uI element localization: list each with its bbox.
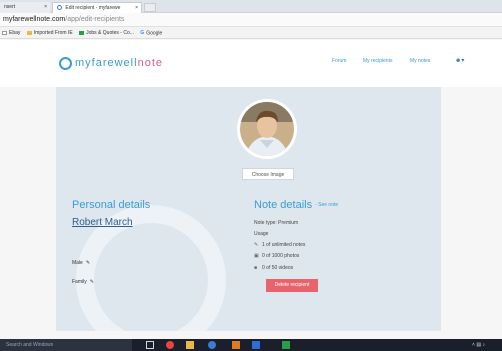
task-view-icon[interactable]	[146, 341, 154, 349]
site-logo[interactable]: myfarewellnote	[75, 57, 163, 69]
user-menu[interactable]: ☻▾	[455, 57, 464, 64]
logo-text: myfarewell	[75, 57, 138, 69]
usage-videos: ■ 0 of 50 videos	[254, 265, 293, 271]
personal-details-heading: Personal details	[72, 199, 151, 211]
note-details-heading: Note details - See note	[254, 199, 338, 211]
nav-forum[interactable]: Forum	[332, 58, 346, 64]
taskbar-search[interactable]: Search and Windows	[0, 339, 132, 351]
pencil-icon[interactable]: ✎	[90, 279, 94, 285]
bookmarks-bar: Ebay Imported From IE Jobs & Quotes - Co…	[0, 27, 502, 39]
bookmark-google[interactable]: G Google	[140, 27, 162, 39]
usage-label: Usage	[254, 231, 269, 237]
image-icon: ▣	[254, 253, 259, 259]
tab-label: Edit recipient - myfarewe	[65, 5, 121, 11]
mail-icon[interactable]	[232, 341, 240, 349]
logo-accent-text: note	[137, 57, 163, 69]
usage-photos-text: 0 of 1000 photos	[262, 253, 300, 259]
gender-field[interactable]: Male ✎	[72, 260, 90, 266]
note-type: Note type: Premium	[254, 220, 299, 226]
browser-tab-bar: nsert × Edit recipient - myfarewe ×	[0, 0, 502, 13]
outlook-icon[interactable]	[252, 341, 260, 349]
relationship-value: Family	[72, 279, 87, 285]
avatar-image	[240, 102, 294, 156]
bookmark-imported[interactable]: Imported From IE	[26, 27, 73, 39]
chevron-down-icon: ▾	[461, 58, 465, 64]
bookmark-ebay[interactable]: Ebay	[2, 27, 20, 39]
usage-videos-text: 0 of 50 videos	[262, 265, 294, 271]
browser-tab[interactable]: nsert ×	[0, 2, 50, 13]
url-path: /app/edit-recipients	[65, 16, 125, 23]
google-icon: G	[140, 30, 145, 36]
see-note-link[interactable]: - See note	[315, 202, 338, 208]
nav-my-recipients[interactable]: My recipients	[363, 58, 392, 64]
loading-icon	[57, 5, 62, 11]
page-icon	[2, 31, 7, 35]
delete-recipient-button[interactable]: Delete recipient	[266, 279, 318, 292]
excel-icon[interactable]	[282, 341, 290, 349]
edge-icon[interactable]	[208, 341, 216, 349]
pencil-icon[interactable]: ✎	[86, 260, 90, 266]
video-icon: ■	[254, 265, 258, 271]
volume-icon: ♪	[482, 342, 485, 348]
chevron-up-icon: ˄	[472, 342, 475, 348]
bookmark-label: Ebay	[9, 30, 21, 37]
bookmark-label: Jobs & Quotes - Co...	[86, 30, 134, 37]
browser-tab-active[interactable]: Edit recipient - myfarewe ×	[52, 2, 142, 13]
folder-icon	[26, 31, 32, 35]
tab-label: nsert	[4, 4, 16, 10]
recipient-panel: Choose Image Personal details Robert Mar…	[56, 87, 441, 331]
bookmark-jobs[interactable]: Jobs & Quotes - Co...	[79, 27, 134, 39]
close-tab-icon[interactable]: ×	[44, 2, 47, 13]
system-tray[interactable]: ˄ ▤ ♪	[472, 339, 485, 351]
bookmark-label: Google	[146, 30, 163, 37]
green-icon	[79, 31, 85, 35]
relationship-field[interactable]: Family ✎	[72, 279, 94, 285]
chrome-icon[interactable]	[166, 341, 174, 349]
note-details-title: Note details	[254, 199, 313, 211]
address-bar[interactable]: myfarewellnote.com/app/edit-recipients	[0, 13, 502, 27]
avatar	[237, 99, 297, 159]
usage-notes-text: 1 of unlimited notes	[262, 242, 306, 248]
folder-icon[interactable]	[186, 341, 194, 349]
edit-icon: ✎	[254, 242, 259, 248]
gender-value: Male	[72, 260, 83, 266]
usage-notes: ✎ 1 of unlimited notes	[254, 242, 305, 248]
bookmark-label: Imported From IE	[33, 30, 73, 37]
recipient-name[interactable]: Robert March	[72, 217, 133, 228]
choose-image-button[interactable]: Choose Image	[242, 168, 294, 180]
url-host: myfarewellnote.com	[3, 16, 66, 23]
new-tab-button[interactable]	[144, 3, 156, 12]
usage-photos: ▣ 0 of 1000 photos	[254, 253, 299, 259]
nav-my-notes[interactable]: My notes	[410, 58, 430, 64]
network-icon: ▤	[476, 342, 482, 348]
logo-icon	[59, 57, 72, 70]
taskbar: Search and Windows ˄ ▤ ♪	[0, 339, 502, 351]
